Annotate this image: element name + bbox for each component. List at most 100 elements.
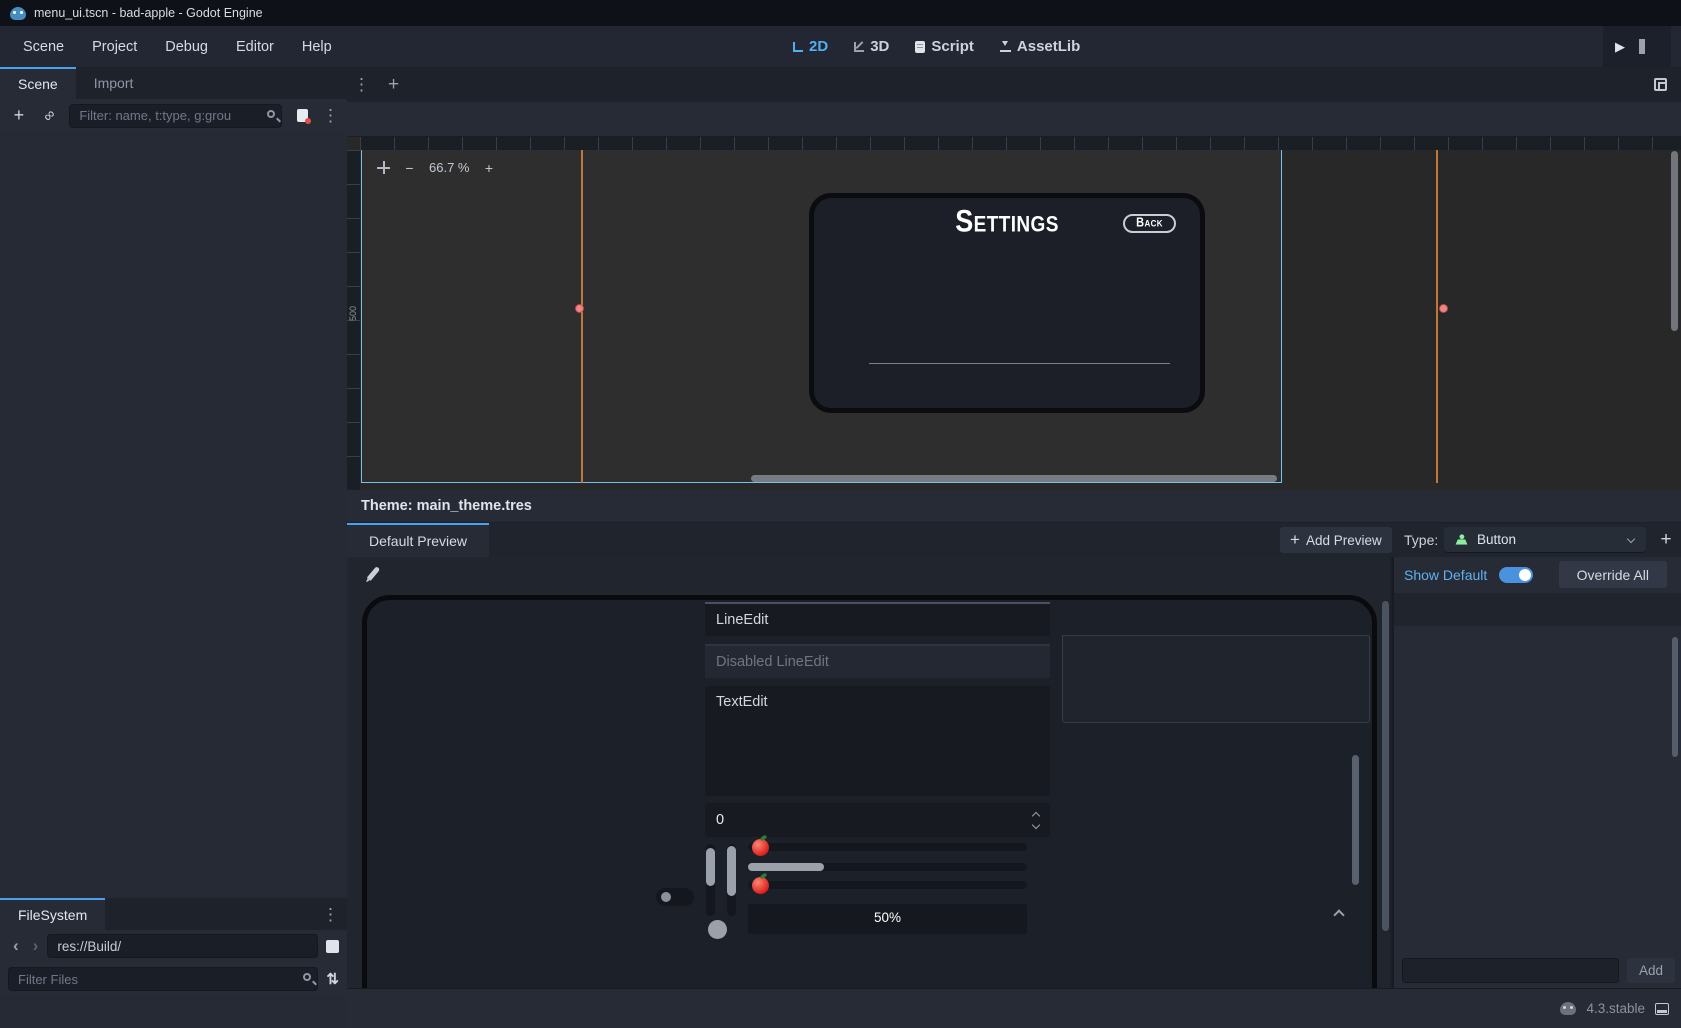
game-back-button[interactable]: Back — [1123, 214, 1176, 233]
mode-assetlib[interactable]: AssetLib — [992, 34, 1088, 59]
canvas-viewport[interactable]: 500 Settings Back − 66.7 % + — [347, 137, 1681, 490]
preview-progressbar: 50% — [748, 904, 1027, 934]
type-dropdown[interactable]: Button — [1444, 527, 1646, 553]
add-item-button[interactable]: Add — [1627, 958, 1675, 983]
menu-help[interactable]: Help — [291, 34, 343, 60]
guide-handle[interactable] — [1439, 304, 1448, 313]
preview-toolbar — [347, 557, 1390, 593]
preview-lineedit[interactable]: LineEdit — [705, 602, 1050, 636]
filesystem-menu-button[interactable]: ⋮ — [322, 898, 339, 930]
zoom-out-button[interactable]: − — [401, 159, 418, 176]
apple-grabber-icon[interactable] — [752, 877, 769, 894]
pick-theme-item-icon[interactable] — [367, 566, 380, 581]
horizontal-ruler — [360, 137, 1681, 150]
filesystem-dock: FileSystem ⋮ ‹ › ⇅ — [0, 898, 347, 1028]
distraction-free-icon[interactable] — [1654, 78, 1667, 91]
menu-editor[interactable]: Editor — [225, 34, 285, 60]
canvas-hscrollbar[interactable] — [751, 475, 1277, 482]
preview-slider-grabber[interactable] — [708, 920, 727, 939]
path-field[interactable] — [47, 934, 318, 958]
godot-version-icon — [1560, 1002, 1576, 1015]
canvas-vscrollbar[interactable] — [1671, 151, 1678, 331]
new-item-name-input[interactable] — [1402, 958, 1619, 983]
mode-2d[interactable]: 2D — [785, 34, 836, 59]
vslider-thumb[interactable] — [727, 846, 736, 896]
preview-spinbox[interactable]: 0 — [705, 803, 1050, 837]
menu-project[interactable]: Project — [81, 34, 148, 60]
tab-default-preview[interactable]: Default Preview — [347, 523, 489, 557]
search-icon — [267, 110, 275, 118]
type-label: Type: — [1404, 532, 1438, 548]
scene-tabs-menu[interactable]: ⋮ — [347, 67, 376, 102]
new-scene-tab-button[interactable]: + — [376, 67, 411, 102]
window-title: menu_ui.tscn - bad-apple - Godot Engine — [34, 6, 263, 20]
add-type-button[interactable]: + — [1654, 527, 1678, 553]
nav-back-button[interactable]: ‹ — [8, 936, 24, 956]
filesystem-filter — [8, 967, 318, 991]
tab-filesystem[interactable]: FileSystem — [0, 898, 105, 930]
scene-dock-menu-button[interactable]: ⋮ — [322, 107, 339, 124]
filesystem-tab-label: FileSystem — [18, 907, 87, 923]
godot-editor-window: menu_ui.tscn - bad-apple - Godot Engine … — [0, 0, 1681, 1028]
preview-checkbutton-toggle[interactable] — [656, 888, 694, 906]
sort-files-icon[interactable]: ⇅ — [326, 970, 339, 988]
preview-hslider-1[interactable] — [748, 843, 1027, 851]
override-all-button[interactable]: Override All — [1559, 561, 1667, 588]
pause-button[interactable] — [1639, 39, 1645, 54]
dock-tab-label: Scene — [18, 76, 58, 92]
scene-tabs-bar: ⋮ + — [347, 67, 1681, 102]
toggle-split-icon[interactable] — [326, 940, 339, 953]
play-button[interactable]: ▶ — [1615, 39, 1625, 55]
preview-hslider-2[interactable] — [748, 881, 1027, 889]
vertical-ruler: 500 — [347, 150, 360, 490]
guide-line-left[interactable] — [581, 150, 583, 483]
mode-3d[interactable]: 3D — [846, 34, 897, 59]
mode-label: 2D — [809, 38, 828, 55]
guide-handle[interactable] — [575, 304, 584, 313]
filesystem-list — [0, 996, 347, 1028]
add-preview-button[interactable]: + Add Preview — [1280, 527, 1392, 553]
filesystem-tabs: FileSystem ⋮ — [0, 898, 347, 930]
show-default-row: Show Default Override All — [1394, 557, 1681, 593]
spinbox-value: 0 — [716, 812, 724, 828]
scene-tree — [0, 132, 347, 898]
preview-textedit[interactable]: TextEdit — [705, 686, 1050, 796]
preview-hscrollbar[interactable] — [748, 863, 1027, 871]
hscrollbar-thumb[interactable] — [748, 863, 824, 871]
mode-label: AssetLib — [1017, 38, 1080, 55]
type-value: Button — [1477, 532, 1516, 547]
guide-line-right[interactable] — [1436, 150, 1438, 483]
chevron-down-icon — [1627, 534, 1635, 542]
zoom-controls: − 66.7 % + — [377, 159, 497, 176]
apple-grabber-icon[interactable] — [752, 839, 769, 856]
tab-import[interactable]: Import — [76, 67, 152, 99]
canvas-toolbar — [347, 102, 1681, 137]
preview-tree-scrollbar[interactable] — [1352, 755, 1359, 885]
bottom-panel-toggle-icon[interactable] — [1655, 1003, 1669, 1015]
center-view-icon[interactable] — [377, 161, 390, 174]
preview-area-scrollbar[interactable] — [1382, 601, 1389, 931]
nav-forward-button[interactable]: › — [28, 936, 44, 956]
preview-tree — [1062, 753, 1370, 931]
show-default-toggle[interactable] — [1499, 567, 1533, 583]
tab-scene[interactable]: Scene — [0, 67, 76, 99]
mode-label: 3D — [870, 38, 889, 55]
zoom-level[interactable]: 66.7 % — [429, 160, 469, 175]
mode-script[interactable]: Script — [907, 34, 982, 59]
spinbox-arrows[interactable] — [1033, 813, 1039, 828]
left-dock: Scene Import + ∞ ⋮ FileSystem ⋮ ‹ › — [0, 67, 347, 1028]
menu-debug[interactable]: Debug — [154, 34, 219, 60]
instance-scene-button[interactable]: ∞ — [39, 104, 61, 128]
add-node-button[interactable]: + — [8, 104, 30, 128]
filesystem-filter-input[interactable] — [8, 967, 318, 991]
property-list-scrollbar[interactable] — [1672, 637, 1678, 757]
vscrollbar-thumb[interactable] — [706, 848, 715, 886]
bottom-panel-bar: 4.3.stable — [347, 988, 1681, 1028]
theme-editor-header: Theme: main_theme.tres — [347, 490, 1681, 523]
scene-filter-input[interactable] — [69, 104, 282, 128]
zoom-in-button[interactable]: + — [480, 159, 497, 176]
menu-scene[interactable]: Scene — [12, 34, 75, 60]
title-bar: menu_ui.tscn - bad-apple - Godot Engine — [0, 0, 1681, 26]
attach-script-button[interactable] — [291, 104, 313, 128]
filesystem-nav: ‹ › — [0, 930, 347, 962]
